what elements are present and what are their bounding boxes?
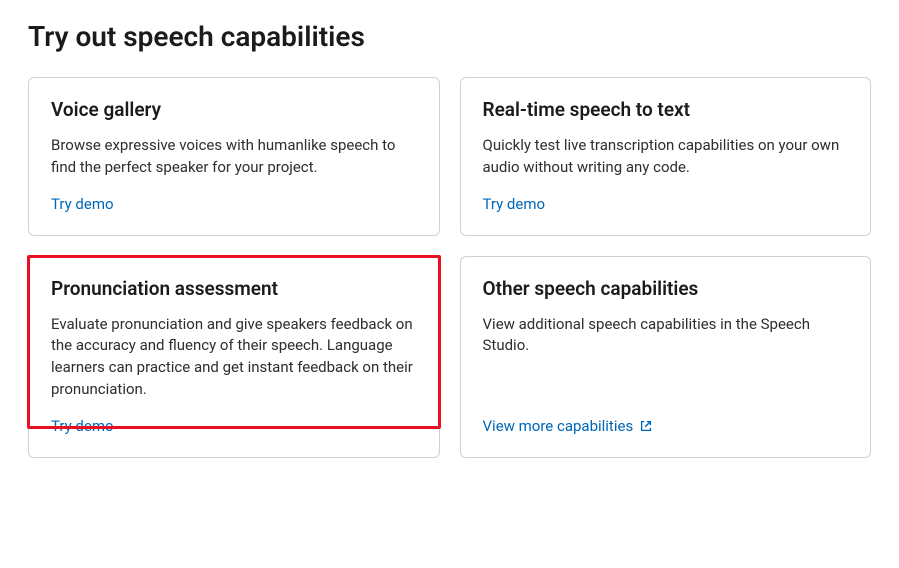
card-title: Voice gallery <box>51 98 417 121</box>
card-voice-gallery: Voice gallery Browse expressive voices w… <box>28 77 440 236</box>
card-realtime-speech-to-text: Real-time speech to text Quickly test li… <box>460 77 872 236</box>
link-label: Try demo <box>51 195 114 213</box>
card-title: Other speech capabilities <box>483 277 849 300</box>
try-demo-link[interactable]: Try demo <box>51 195 417 213</box>
try-demo-link[interactable]: Try demo <box>483 195 849 213</box>
card-description: View additional speech capabilities in t… <box>483 314 849 401</box>
card-description: Browse expressive voices with humanlike … <box>51 135 417 179</box>
try-demo-link[interactable]: Try demo <box>51 417 417 435</box>
card-description: Quickly test live transcription capabili… <box>483 135 849 179</box>
link-label: Try demo <box>51 417 114 435</box>
card-description: Evaluate pronunciation and give speakers… <box>51 314 417 401</box>
view-more-capabilities-link[interactable]: View more capabilities <box>483 417 849 435</box>
card-pronunciation-assessment: Pronunciation assessment Evaluate pronun… <box>28 256 440 458</box>
card-other-speech-capabilities: Other speech capabilities View additiona… <box>460 256 872 458</box>
card-grid: Voice gallery Browse expressive voices w… <box>28 77 871 458</box>
external-link-icon <box>639 419 653 433</box>
card-title: Pronunciation assessment <box>51 277 417 300</box>
link-label: Try demo <box>483 195 546 213</box>
card-title: Real-time speech to text <box>483 98 849 121</box>
page-title: Try out speech capabilities <box>28 20 871 53</box>
link-label: View more capabilities <box>483 417 634 435</box>
